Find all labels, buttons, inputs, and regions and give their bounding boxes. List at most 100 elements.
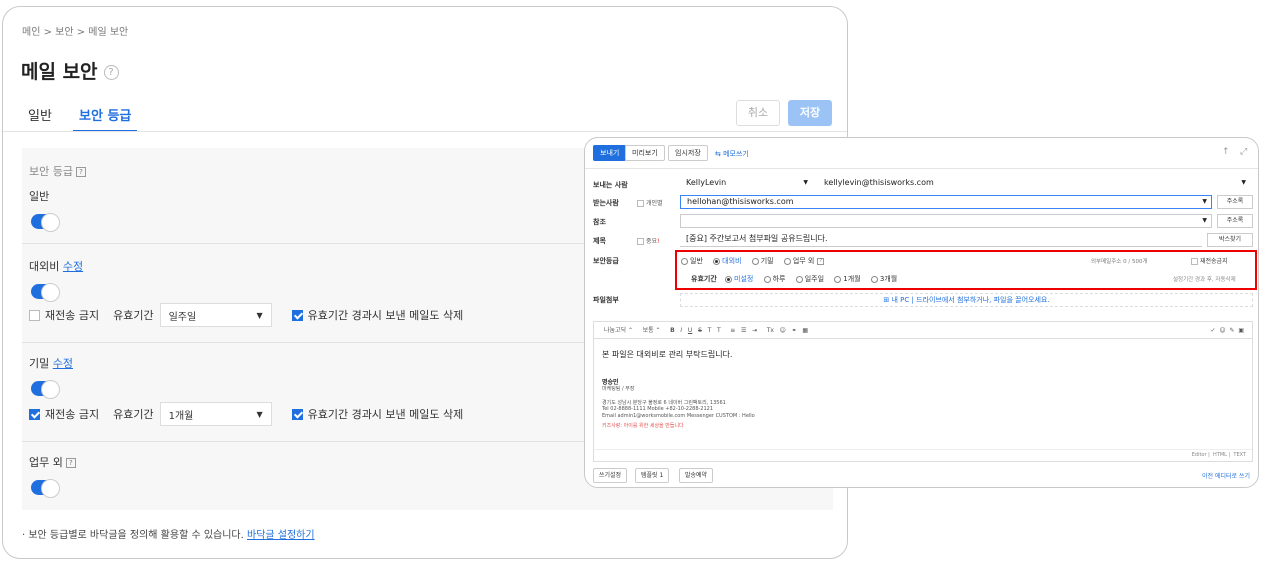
to-input[interactable]: hellohan@thisisworks.com ▼ xyxy=(680,195,1212,209)
memo-label: 메모쓰기 xyxy=(723,150,749,158)
period-option[interactable]: 일주일 xyxy=(795,275,824,283)
help-icon[interactable]: ? xyxy=(817,257,825,265)
important-checkbox[interactable] xyxy=(637,238,644,245)
italic-icon[interactable]: I xyxy=(680,327,682,334)
security-option-normal[interactable]: 일반 xyxy=(681,257,703,265)
edit-secret-link[interactable]: 수정 xyxy=(53,357,73,370)
image-icon[interactable]: ▣ xyxy=(1238,327,1244,334)
address-book-button[interactable]: 주소록 xyxy=(1217,214,1253,228)
edit-external-link[interactable]: 수정 xyxy=(63,260,83,273)
link-icon[interactable]: ⚭ xyxy=(792,327,797,334)
security-option-external[interactable]: 대외비 xyxy=(713,257,741,265)
legacy-editor-link[interactable]: 이전 에디터로 쓰기 xyxy=(1202,471,1250,480)
sender-name: KellyLevin xyxy=(686,178,727,187)
schedule-send-button[interactable]: 발송예약 xyxy=(679,468,714,483)
help-icon[interactable]: ? xyxy=(103,65,119,80)
attach-dropzone[interactable]: ⊞ 내 PC | 드라이브에서 첨부하거나, 파일을 끌어오세요. xyxy=(680,293,1253,307)
editor-mode-html[interactable]: HTML xyxy=(1213,452,1227,458)
expand-icon[interactable]: ⤢ xyxy=(1240,147,1247,157)
page-title-text: 메일 보안 xyxy=(21,61,98,83)
cancel-button[interactable]: 취소 xyxy=(736,100,780,126)
no-forward-checkbox[interactable] xyxy=(29,309,40,321)
sign-icon[interactable]: ✎ xyxy=(1229,327,1234,334)
secret-options: 재전송 금지 유효기간 1개월 ▼ 유효기간 경과시 보낸 메일도 삭제 xyxy=(29,402,463,426)
editor-mode-text[interactable]: TEXT xyxy=(1233,452,1246,458)
editor-body[interactable]: 본 파일은 대외비로 관리 부탁드립니다. 명승민 마케팅팀 / 부장 경기도 … xyxy=(593,338,1253,462)
tab-general[interactable]: 일반 xyxy=(28,105,52,124)
divider xyxy=(585,168,1258,169)
level-normal-label: 일반 xyxy=(29,190,50,203)
security-option-outside[interactable]: 업무 외? xyxy=(783,257,825,265)
individual-checkbox[interactable] xyxy=(637,200,644,207)
individual-option[interactable]: 개인별 xyxy=(637,198,663,207)
tab-security-level[interactable]: 보안 등급 xyxy=(73,105,138,132)
period-option[interactable]: 3개월 xyxy=(870,275,897,283)
editor-toolbar: 나눔고딕 ⌃ 보통 ⌃ B I U S T T ≡ ☰ ⇥ Tx ☺ ⚭ ▦ ✓… xyxy=(593,321,1253,339)
no-forward-label: 재전송 금지 xyxy=(45,309,100,322)
emoji-icon[interactable]: ☺ xyxy=(780,327,786,334)
template-button[interactable]: 템플릿 1 xyxy=(635,468,670,483)
period-option[interactable]: 미설정 xyxy=(725,275,753,283)
signature-address: 경기도 성남시 분당구 불정로 6 네이버 그린팩토리, 13561 xyxy=(602,400,726,406)
sender-email-select[interactable]: kellylevin@thisisworks.com ▼ xyxy=(818,177,1250,191)
list-icon[interactable]: ☰ xyxy=(741,327,746,334)
level-normal-toggle[interactable] xyxy=(31,213,60,232)
strike-icon[interactable]: S xyxy=(698,327,702,334)
bg-color-icon[interactable]: T xyxy=(717,327,721,334)
address-book-button[interactable]: 주소록 xyxy=(1217,195,1253,209)
level-external-toggle[interactable] xyxy=(31,283,60,302)
period-select[interactable]: 일주일 ▼ xyxy=(159,303,272,327)
radio-icon xyxy=(763,275,771,283)
security-options: 일반 대외비 기밀 업무 외? xyxy=(681,256,832,266)
footer-settings-link[interactable]: 바닥글 설정하기 xyxy=(247,530,315,541)
size-select[interactable]: 보통 ⌃ xyxy=(643,327,661,334)
bold-icon[interactable]: B xyxy=(670,327,675,334)
level-outside-text: 업무 외 xyxy=(29,456,63,469)
period-select[interactable]: 1개월 ▼ xyxy=(159,402,272,426)
delete-sent-checkbox[interactable] xyxy=(291,408,303,420)
security-option-label: 기밀 xyxy=(760,257,774,265)
cc-input[interactable]: ▼ xyxy=(680,214,1212,228)
period-option[interactable]: 1개월 xyxy=(834,275,861,283)
indent-icon[interactable]: ⇥ xyxy=(752,327,757,334)
editor-mode-editor[interactable]: Editor xyxy=(1192,452,1207,458)
preview-button[interactable]: 미리보기 xyxy=(625,145,665,161)
memo-button[interactable]: ⇆ 메모쓰기 xyxy=(715,149,749,159)
level-secret-label: 기밀 수정 xyxy=(29,355,73,371)
signature-email: Email admin1@worksmobile.com Messenger C… xyxy=(602,413,755,419)
draft-save-button[interactable]: 임시저장 xyxy=(668,145,708,161)
text-color-icon[interactable]: T xyxy=(708,327,712,334)
security-level-label: 보안등급 xyxy=(593,257,619,265)
send-button[interactable]: 보내기 xyxy=(593,145,627,161)
sender-email: kellylevin@thisisworks.com xyxy=(824,178,934,187)
important-option[interactable]: 중요! xyxy=(637,236,659,245)
period-option[interactable]: 하루 xyxy=(763,275,785,283)
write-settings-button[interactable]: 쓰기설정 xyxy=(593,468,628,483)
underline-icon[interactable]: U xyxy=(688,327,692,334)
emoji-icon[interactable]: ☺ xyxy=(1219,327,1225,334)
spellcheck-icon[interactable]: ✓ xyxy=(1211,327,1216,334)
sender-name-select[interactable]: KellyLevin ▼ xyxy=(680,177,812,191)
level-secret-toggle[interactable] xyxy=(31,380,60,399)
attach-label: 파일첨부 xyxy=(593,296,619,304)
subject-input[interactable]: [중요] 주간보고서 첨부파일 공유드립니다. xyxy=(680,233,1202,247)
font-select[interactable]: 나눔고딕 ⌃ xyxy=(604,327,633,334)
no-forward-checkbox[interactable] xyxy=(1191,258,1198,265)
security-option-secret[interactable]: 기밀 xyxy=(751,257,774,265)
important-label: 중요 xyxy=(646,238,658,245)
clear-format-icon[interactable]: Tx xyxy=(767,327,774,334)
security-option-label: 대외비 xyxy=(722,257,742,265)
level-outside-toggle[interactable] xyxy=(31,479,60,498)
table-icon[interactable]: ▦ xyxy=(802,327,808,334)
subject-label: 제목 xyxy=(593,237,606,245)
save-button[interactable]: 저장 xyxy=(788,100,832,126)
delete-sent-checkbox[interactable] xyxy=(291,309,303,321)
signature-button[interactable]: 박스찾기 xyxy=(1207,233,1253,247)
no-forward-checkbox[interactable] xyxy=(29,408,40,420)
help-icon[interactable]: ? xyxy=(75,167,86,177)
no-forward-option[interactable]: 재전송금지 xyxy=(1191,256,1228,265)
breadcrumb: 메인 > 보안 > 메일 보안 xyxy=(22,27,129,38)
help-icon[interactable]: ? xyxy=(65,458,76,468)
up-arrow-icon[interactable]: ↑ xyxy=(1222,147,1230,157)
align-icon[interactable]: ≡ xyxy=(730,327,735,334)
